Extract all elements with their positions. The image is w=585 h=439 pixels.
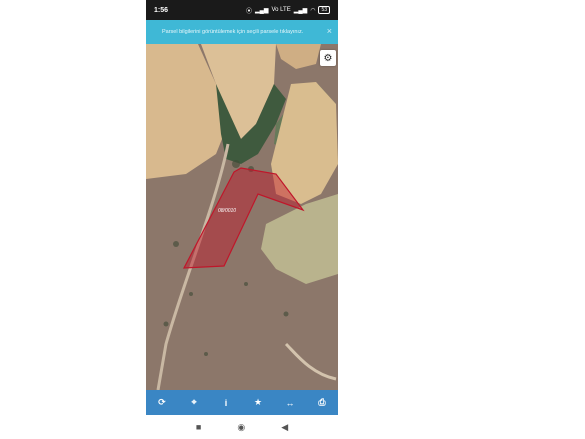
gear-icon[interactable]: ⚙ — [320, 50, 336, 66]
square-icon[interactable]: ■ — [196, 422, 201, 432]
refresh-icon[interactable]: ⟳ — [152, 397, 172, 408]
status-bar: 1:56 ⦿ ▂▄▆ Vo LTE ▂▄▆ ◠ 53 — [146, 0, 338, 20]
close-icon[interactable]: × — [327, 26, 332, 36]
phone-screen: 1:56 ⦿ ▂▄▆ Vo LTE ▂▄▆ ◠ 53 Parsel bilgil… — [146, 0, 338, 439]
info-toast: Parsel bilgilerini görüntülemek için seç… — [146, 20, 338, 44]
battery-icon: 53 — [318, 6, 330, 14]
volte-text: Vo LTE — [271, 7, 291, 13]
record-icon: ⦿ — [245, 8, 252, 15]
back-icon[interactable]: ◀ — [281, 422, 288, 433]
wifi-icon: ◠ — [310, 7, 316, 14]
locate-icon[interactable]: ⌖ — [184, 397, 204, 408]
star-icon[interactable]: ★ — [248, 397, 268, 408]
status-time: 1:56 — [154, 6, 169, 14]
status-icons: ⦿ ▂▄▆ Vo LTE ▂▄▆ ◠ 53 — [246, 6, 330, 15]
parcel-label: 08/0010 — [218, 208, 237, 214]
circle-icon[interactable]: ◉ — [237, 422, 245, 433]
signal-icon: ▂▄▆ — [293, 7, 308, 14]
system-navbar: ■ ◉ ◀ — [146, 415, 338, 439]
measure-icon[interactable]: ↔ — [280, 398, 300, 408]
satellite-map[interactable]: ⚙ 08/0010 — [146, 44, 338, 390]
bottom-toolbar: ⟳ ⌖ i ★ ↔ ⎙ — [146, 390, 338, 415]
toast-message: Parsel bilgilerini görüntülemek için seç… — [162, 29, 304, 35]
info-icon[interactable]: i — [216, 398, 236, 408]
map-imagery — [146, 44, 338, 390]
signal-icon: ▂▄▆ — [254, 7, 269, 14]
print-icon[interactable]: ⎙ — [312, 397, 332, 408]
